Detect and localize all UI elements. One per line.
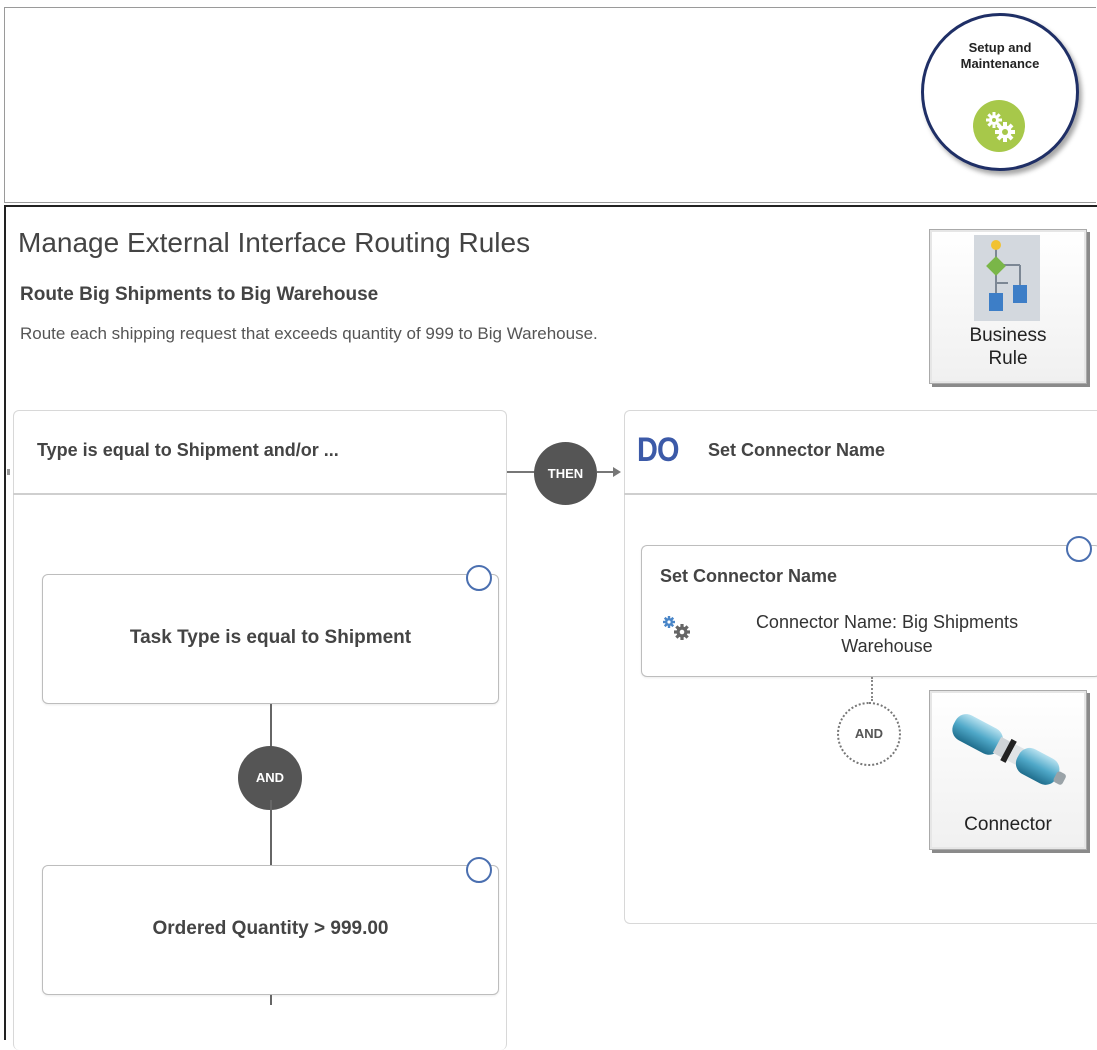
action-value: Connector Name: Big Shipments Warehouse [712, 610, 1062, 658]
connector-line [270, 995, 272, 1005]
business-rule-label: Business Rule [930, 324, 1086, 370]
condition-select-ring[interactable] [466, 857, 492, 883]
gears-icon [660, 613, 694, 643]
rule-name: Route Big Shipments to Big Warehouse [20, 284, 379, 305]
action-select-ring[interactable] [1066, 536, 1092, 562]
connector-line [270, 800, 272, 865]
business-rule-line2: Rule [988, 348, 1028, 369]
business-rule-line1: Business [969, 325, 1047, 346]
gears-icon [973, 100, 1025, 152]
arrow-right-icon [613, 467, 621, 477]
connector-label: Connector [964, 814, 1052, 835]
if-panel-title[interactable]: Type is equal to Shipment and/or ... [37, 440, 339, 461]
setup-badge-line2: Maintenance [960, 56, 1040, 71]
action-value-line1: Connector Name: Big Shipments [755, 612, 1019, 632]
then-operator: THEN [534, 442, 597, 505]
do-keyword: DO [637, 431, 680, 469]
add-and-action[interactable]: AND [837, 702, 901, 766]
do-panel-divider [624, 493, 1097, 495]
connector-button[interactable]: Connector [929, 690, 1087, 850]
connector-pipe-icon [938, 699, 1078, 809]
business-rule-flow-icon [974, 235, 1040, 321]
setup-badge-label: Setup and Maintenance [924, 40, 1076, 72]
panel-scroll-tick [7, 469, 10, 475]
condition-select-ring[interactable] [466, 565, 492, 591]
add-action-connector [871, 677, 873, 701]
page-title: Manage External Interface Routing Rules [18, 227, 531, 258]
setup-badge-line1: Setup and [968, 40, 1032, 55]
rule-description: Route each shipping request that exceeds… [20, 324, 598, 343]
condition-card[interactable]: Task Type is equal to Shipment [42, 574, 499, 704]
then-connector-line [507, 471, 535, 473]
condition-text: Task Type is equal to Shipment [129, 627, 412, 648]
condition-card[interactable]: Ordered Quantity > 999.00 [42, 865, 499, 995]
condition-text: Ordered Quantity > 999.00 [152, 918, 389, 939]
do-panel-title[interactable]: Set Connector Name [708, 440, 885, 461]
action-value-line2: Warehouse [841, 636, 933, 656]
action-title: Set Connector Name [660, 566, 838, 586]
if-panel-divider [13, 493, 507, 495]
business-rule-button[interactable]: Business Rule [929, 229, 1087, 384]
setup-and-maintenance-badge: Setup and Maintenance [921, 13, 1079, 171]
